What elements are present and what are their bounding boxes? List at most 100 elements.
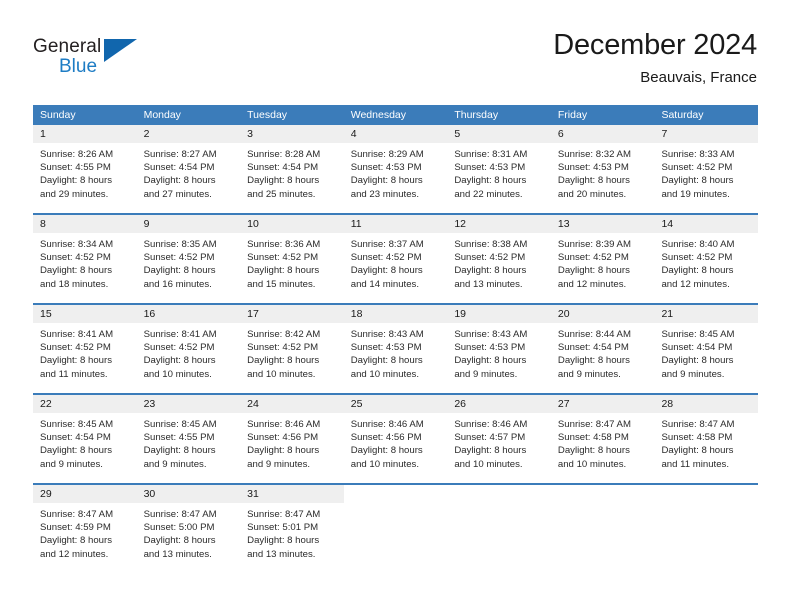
day-detail-line: Sunrise: 8:43 AM [454, 329, 528, 340]
day-cell-6[interactable]: 6 Sunrise: 8:32 AM Sunset: 4:53 PM Daylight… [550, 125, 655, 200]
logo-triangle-icon [104, 39, 137, 62]
location-subtitle: Beauvais, France [640, 69, 757, 86]
day-number: 5 [447, 125, 551, 143]
day-cell-30[interactable]: 30 Sunrise: 8:47 AM Sunset: 5:00 PM Dayligh… [136, 485, 241, 560]
day-cell-11[interactable]: 11 Sunrise: 8:37 AM Sunset: 4:52 PM Dayligh… [343, 215, 448, 290]
weekday-header-monday: Monday [143, 109, 181, 121]
day-detail-line: Daylight: 8 hours [454, 265, 527, 277]
day-number: 4 [343, 125, 448, 143]
day-detail-line: Sunset: 4:53 PM [350, 342, 422, 354]
day-detail-line: Sunset: 4:52 PM [247, 342, 319, 354]
day-cell-empty [447, 485, 551, 559]
day-detail-line: Sunrise: 8:40 AM [661, 239, 735, 250]
day-detail-line: Sunrise: 8:29 AM [350, 149, 424, 160]
day-details: Sunrise: 8:42 AM Sunset: 4:52 PM Daylight:… [240, 323, 344, 380]
day-details: Sunrise: 8:45 AM Sunset: 4:55 PM Daylight:… [136, 413, 241, 470]
day-detail-line: Sunrise: 8:43 AM [350, 329, 424, 340]
day-detail-line: Daylight: 8 hours [143, 175, 216, 187]
day-detail-line: Sunrise: 8:42 AM [247, 329, 321, 340]
day-cell-22[interactable]: 22 Sunrise: 8:45 AM Sunset: 4:54 PM Dayligh… [33, 395, 137, 470]
day-cell-5[interactable]: 5 Sunrise: 8:31 AM Sunset: 4:53 PM Daylight… [447, 125, 551, 200]
day-detail-line: Sunset: 4:54 PM [40, 432, 111, 444]
day-cell-1[interactable]: 1 Sunrise: 8:26 AM Sunset: 4:55 PM Daylight… [33, 125, 137, 200]
day-details: Sunrise: 8:46 AM Sunset: 4:56 PM Daylight:… [343, 413, 448, 470]
week-cells: 15 Sunrise: 8:41 AM Sunset: 4:52 PM Dayligh… [33, 305, 759, 380]
calendar-page: General Blue December 2024 Beauvais, Fra… [0, 0, 792, 612]
day-cell-18[interactable]: 18 Sunrise: 8:43 AM Sunset: 4:53 PM Dayligh… [343, 305, 448, 380]
day-detail-line: Sunset: 4:57 PM [454, 432, 526, 444]
day-cell-2[interactable]: 2 Sunrise: 8:27 AM Sunset: 4:54 PM Daylight… [136, 125, 241, 200]
day-detail-line: Sunrise: 8:45 AM [143, 419, 217, 430]
day-cell-16[interactable]: 16 Sunrise: 8:41 AM Sunset: 4:52 PM Dayligh… [136, 305, 241, 380]
day-detail-line: Sunset: 4:55 PM [40, 162, 111, 174]
day-detail-line: and 9 minutes. [143, 458, 207, 470]
day-detail-line: Sunset: 4:54 PM [557, 342, 629, 354]
day-cell-12[interactable]: 12 Sunrise: 8:38 AM Sunset: 4:52 PM Dayligh… [447, 215, 551, 290]
day-number: 7 [654, 125, 759, 143]
day-number: 31 [240, 485, 344, 503]
day-number: 3 [240, 125, 344, 143]
day-number: 28 [654, 395, 759, 413]
day-details: Sunrise: 8:41 AM Sunset: 4:52 PM Daylight:… [136, 323, 241, 380]
day-details: Sunrise: 8:47 AM Sunset: 5:00 PM Daylight:… [136, 503, 241, 560]
day-cell-27[interactable]: 27 Sunrise: 8:47 AM Sunset: 4:58 PM Dayligh… [550, 395, 655, 470]
day-detail-line: Daylight: 8 hours [557, 445, 630, 457]
day-detail-line: Sunset: 4:52 PM [454, 252, 526, 264]
day-number: 20 [550, 305, 655, 323]
day-detail-line: Daylight: 8 hours [143, 535, 216, 547]
page-header: General Blue December 2024 Beauvais, Fra… [0, 0, 792, 100]
day-cell-10[interactable]: 10 Sunrise: 8:36 AM Sunset: 4:52 PM Dayligh… [240, 215, 344, 290]
day-detail-line: Daylight: 8 hours [247, 265, 320, 277]
day-details: Sunrise: 8:28 AM Sunset: 4:54 PM Daylight:… [240, 143, 344, 200]
day-cell-25[interactable]: 25 Sunrise: 8:46 AM Sunset: 4:56 PM Dayligh… [343, 395, 448, 470]
day-details: Sunrise: 8:46 AM Sunset: 4:57 PM Daylight:… [447, 413, 551, 470]
day-cell-24[interactable]: 24 Sunrise: 8:46 AM Sunset: 4:56 PM Dayligh… [240, 395, 344, 470]
day-detail-line: Daylight: 8 hours [557, 175, 630, 187]
day-detail-line: Daylight: 8 hours [350, 265, 423, 277]
day-details: Sunrise: 8:47 AM Sunset: 5:01 PM Daylight:… [240, 503, 344, 560]
day-cell-7[interactable]: 7 Sunrise: 8:33 AM Sunset: 4:52 PM Daylight… [654, 125, 759, 200]
day-detail-line: Sunset: 4:53 PM [454, 162, 526, 174]
day-detail-line: Daylight: 8 hours [661, 265, 734, 277]
day-detail-line: Sunset: 4:54 PM [247, 162, 319, 174]
day-number: 18 [343, 305, 448, 323]
day-details: Sunrise: 8:38 AM Sunset: 4:52 PM Daylight:… [447, 233, 551, 290]
day-number [447, 485, 551, 503]
day-cell-29[interactable]: 29 Sunrise: 8:47 AM Sunset: 4:59 PM Dayligh… [33, 485, 137, 560]
day-number [343, 485, 448, 503]
day-cell-17[interactable]: 17 Sunrise: 8:42 AM Sunset: 4:52 PM Dayligh… [240, 305, 344, 380]
day-detail-line: Sunrise: 8:41 AM [40, 329, 114, 340]
day-number: 26 [447, 395, 551, 413]
day-cell-8[interactable]: 8 Sunrise: 8:34 AM Sunset: 4:52 PM Daylight… [33, 215, 137, 290]
day-cell-21[interactable]: 21 Sunrise: 8:45 AM Sunset: 4:54 PM Dayligh… [654, 305, 759, 380]
day-detail-line: and 22 minutes. [454, 188, 523, 200]
day-cell-3[interactable]: 3 Sunrise: 8:28 AM Sunset: 4:54 PM Daylight… [240, 125, 344, 200]
day-detail-line: Daylight: 8 hours [143, 355, 216, 367]
day-detail-line: Sunset: 4:56 PM [350, 432, 422, 444]
day-details: Sunrise: 8:44 AM Sunset: 4:54 PM Daylight:… [550, 323, 655, 380]
day-cell-28[interactable]: 28 Sunrise: 8:47 AM Sunset: 4:58 PM Dayligh… [654, 395, 759, 470]
day-detail-line: Sunrise: 8:46 AM [350, 419, 424, 430]
day-cell-14[interactable]: 14 Sunrise: 8:40 AM Sunset: 4:52 PM Dayligh… [654, 215, 759, 290]
day-cell-26[interactable]: 26 Sunrise: 8:46 AM Sunset: 4:57 PM Dayligh… [447, 395, 551, 470]
calendar-week-row: 15 Sunrise: 8:41 AM Sunset: 4:52 PM Dayligh… [33, 289, 759, 380]
day-cell-4[interactable]: 4 Sunrise: 8:29 AM Sunset: 4:53 PM Daylight… [343, 125, 448, 200]
day-detail-line: Daylight: 8 hours [247, 445, 320, 457]
day-detail-line: Daylight: 8 hours [40, 265, 112, 277]
day-cell-20[interactable]: 20 Sunrise: 8:44 AM Sunset: 4:54 PM Dayligh… [550, 305, 655, 380]
day-cell-19[interactable]: 19 Sunrise: 8:43 AM Sunset: 4:53 PM Dayligh… [447, 305, 551, 380]
day-detail-line: Sunset: 4:53 PM [454, 342, 526, 354]
day-detail-line: and 12 minutes. [40, 548, 109, 560]
day-detail-line: Daylight: 8 hours [661, 355, 734, 367]
day-cell-23[interactable]: 23 Sunrise: 8:45 AM Sunset: 4:55 PM Dayligh… [136, 395, 241, 470]
day-cell-13[interactable]: 13 Sunrise: 8:39 AM Sunset: 4:52 PM Dayligh… [550, 215, 655, 290]
week-cells: 22 Sunrise: 8:45 AM Sunset: 4:54 PM Dayligh… [33, 395, 759, 470]
day-number: 23 [136, 395, 241, 413]
day-cell-9[interactable]: 9 Sunrise: 8:35 AM Sunset: 4:52 PM Daylight… [136, 215, 241, 290]
day-cell-31[interactable]: 31 Sunrise: 8:47 AM Sunset: 5:01 PM Dayligh… [240, 485, 344, 560]
day-detail-line: and 9 minutes. [557, 368, 621, 380]
day-cell-15[interactable]: 15 Sunrise: 8:41 AM Sunset: 4:52 PM Dayligh… [33, 305, 137, 380]
day-detail-line: Sunset: 4:54 PM [661, 342, 733, 354]
logo-text-blue: Blue [59, 56, 98, 77]
day-number [654, 485, 759, 503]
